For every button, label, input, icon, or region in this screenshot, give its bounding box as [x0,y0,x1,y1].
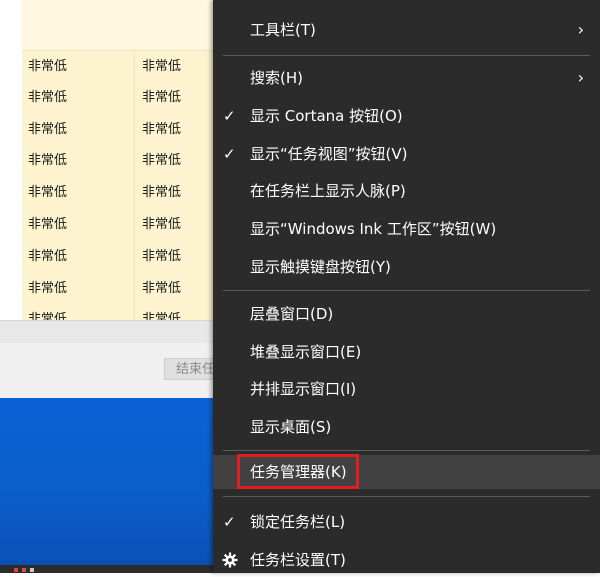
table-cell: 非常低 [142,249,182,264]
menu-item-show-desktop[interactable]: 显示桌面(S) [213,410,600,444]
menu-item-label: 工具栏(T) [250,21,316,39]
taskbar-context-menu: 工具栏(T) › 搜索(H) › ✓ 显示 Cortana 按钮(O) ✓ 显示… [213,0,600,573]
table-cell: 非常低 [142,90,182,105]
menu-separator [223,496,590,497]
table-cell: 非常低 [142,185,182,200]
table-cell: 非常低 [142,122,182,137]
checkmark-icon: ✓ [223,107,236,125]
menu-separator [223,450,590,451]
menu-item-toolbars[interactable]: 工具栏(T) › [213,13,600,47]
menu-item-show-cortana[interactable]: ✓ 显示 Cortana 按钮(O) [213,99,600,133]
menu-item-show-touch-keyboard[interactable]: 显示触摸键盘按钮(Y) [213,250,600,284]
table-cell: 非常低 [28,249,68,264]
menu-item-label: 显示桌面(S) [250,418,332,436]
taskbar-icon[interactable] [30,568,34,572]
menu-item-label: 层叠窗口(D) [250,305,334,323]
horizontal-scrollbar[interactable] [0,320,213,344]
menu-item-side-by-side[interactable]: 并排显示窗口(I) [213,372,600,406]
menu-separator [223,55,590,56]
taskbar[interactable] [0,565,213,573]
table-cell: 非常低 [142,153,182,168]
menu-item-search[interactable]: 搜索(H) › [213,61,600,95]
table-cell: 非常低 [142,312,182,320]
menu-item-label: 任务栏设置(T) [250,551,346,569]
menu-item-taskbar-settings[interactable]: 任务栏设置(T) [213,543,600,577]
menu-item-show-task-view[interactable]: ✓ 显示“任务视图”按钮(V) [213,137,600,171]
menu-item-show-people[interactable]: 在任务栏上显示人脉(P) [213,174,600,208]
table-cell: 非常低 [28,153,68,168]
menu-item-label: 显示 Cortana 按钮(O) [250,107,403,125]
chevron-right-icon: › [577,20,584,39]
menu-item-label: 堆叠显示窗口(E) [250,343,362,361]
menu-item-label: 锁定任务栏(L) [250,513,346,531]
menu-separator [223,290,590,291]
menu-item-label: 在任务栏上显示人脉(P) [250,182,406,200]
checkmark-icon: ✓ [223,513,236,531]
taskbar-icon[interactable] [14,568,18,572]
menu-item-cascade-windows[interactable]: 层叠窗口(D) [213,297,600,331]
menu-item-label: 显示“任务视图”按钮(V) [250,145,408,163]
checkmark-icon: ✓ [223,145,236,163]
menu-item-show-windows-ink[interactable]: 显示“Windows Ink 工作区”按钮(W) [213,212,600,246]
table-cell: 非常低 [142,281,182,296]
menu-item-label: 显示触摸键盘按钮(Y) [250,258,391,276]
table-cell: 非常低 [142,59,182,74]
table-cell: 非常低 [142,217,182,232]
table-cell: 非常低 [28,122,68,137]
chevron-right-icon: › [577,68,584,87]
table-cell: 非常低 [28,281,68,296]
taskbar-icon[interactable] [22,568,26,572]
table-cell: 非常低 [28,217,68,232]
menu-item-label: 显示“Windows Ink 工作区”按钮(W) [250,220,497,238]
gear-icon [222,552,238,568]
menu-item-lock-taskbar[interactable]: ✓ 锁定任务栏(L) [213,505,600,539]
table-cell: 非常低 [28,312,68,320]
menu-item-label: 搜索(H) [250,69,303,87]
table-cell: 非常低 [28,90,68,105]
table-header [22,0,213,51]
menu-item-stack-windows[interactable]: 堆叠显示窗口(E) [213,335,600,369]
table-cell: 非常低 [28,185,68,200]
highlight-annotation [237,454,359,489]
table-cell: 非常低 [28,59,68,74]
menu-item-label: 并排显示窗口(I) [250,380,357,398]
